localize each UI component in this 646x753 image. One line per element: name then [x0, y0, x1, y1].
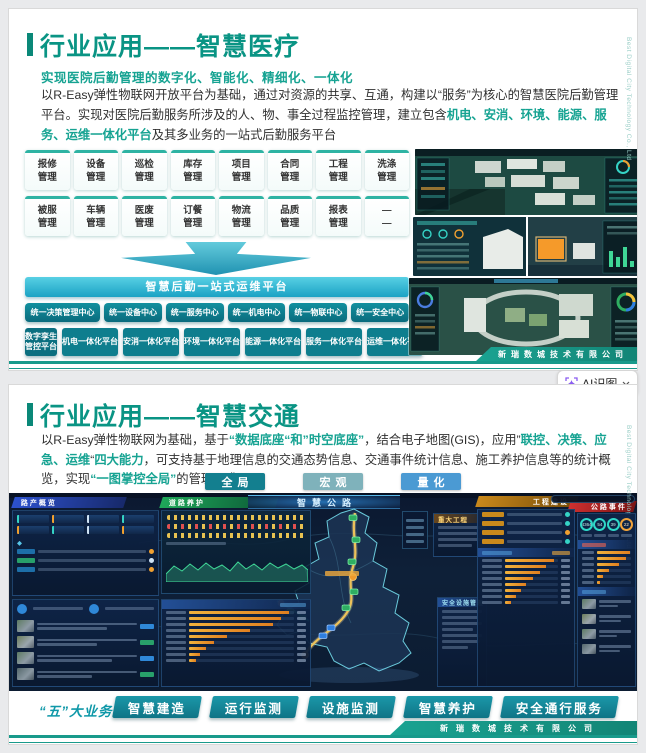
company-footer-band: 新瑞数城技术有限公司 — [475, 347, 637, 362]
module-cell: 订餐 管理 — [170, 196, 215, 236]
panel-maintenance-charts — [161, 510, 311, 594]
view-button-global: 全局 — [205, 473, 265, 490]
module-grid: 报修 管理 设备 管理 巡检 管理 库存 管理 项目 管理 合同 管理 工程 管理 洗涤 管理 … — [25, 150, 409, 236]
view-mode-buttons: 全局 宏观 量化 — [205, 473, 461, 490]
traffic-dashboard-screenshot: 路产概览 道路养护 工程建设 公路事件 智慧公路 ◆ 重大工程 安全设施管理 4… — [9, 493, 637, 691]
slide2-body-seg: ，结合电子地图(GIS)，应用” — [364, 433, 521, 447]
unified-centers-row: 统一决策管理中心 统一设备中心 统一服务中心 统一机电中心 统一物联中心 统一安… — [25, 303, 410, 322]
slide2-body-highlight: 四大能力 — [94, 452, 144, 467]
footer-rule-thin — [9, 368, 637, 369]
slide-smart-transport[interactable]: 行业应用——智慧交通 以R-Easy弹性物联网为基础，基于“数据底座“和”时空底… — [8, 384, 638, 745]
platform-block: 能源一体化平台 — [245, 328, 301, 356]
center-button: 统一物联中心 — [289, 303, 348, 322]
module-cell: 品质 管理 — [267, 196, 312, 236]
center-button: 统一决策管理中心 — [25, 303, 101, 322]
panel-road-assets-stats: ◆ — [12, 510, 159, 596]
platform-block: 安消一体化平台 — [123, 328, 179, 356]
slide2-body-highlight: “数据底座“和”时空底座” — [228, 433, 365, 447]
footer-rule — [9, 735, 637, 738]
module-cell: 项目 管理 — [219, 150, 264, 190]
panel-maintenance-bars — [161, 599, 311, 687]
slide1-body: 以R-Easy弹性物联网开放平台为基础，通过对资源的共享、互通，构建以“服务”为… — [41, 86, 627, 146]
company-footer-band: 新瑞数城技术有限公司 — [389, 721, 637, 736]
ribbon-road-assets: 路产概览 — [11, 497, 127, 508]
biz-button-construction: 智慧建造 — [112, 696, 202, 718]
title-accent-bar — [27, 33, 33, 56]
gauge: 54 — [593, 518, 607, 531]
platform-block: 机电一体化平台 — [62, 328, 118, 356]
gauge: 22 — [619, 518, 633, 531]
platform-block: 数字孪生 管控平台 — [25, 328, 57, 356]
module-cell: 合同 管理 — [267, 150, 312, 190]
side-note-vertical: Best Digital City Technology Co., Ltd — [625, 37, 632, 161]
footer-rule-thin — [9, 742, 637, 743]
center-button: 统一服务中心 — [165, 303, 224, 322]
platform-block: 服务一体化平台 — [306, 328, 362, 356]
gauge: 39 — [606, 518, 620, 531]
biz-button-maintenance: 智慧养护 — [403, 696, 494, 718]
hospital-dashboard-screenshot-2 — [413, 217, 637, 276]
integrated-platforms-row: 数字孪生 管控平台 机电一体化平台 安消一体化平台 环境一体化平台 能源一体化平台… — [25, 328, 423, 356]
slide2-body-seg: 以R-Easy弹性物联网为基础，基于 — [41, 433, 229, 447]
module-cell: — — — [364, 196, 409, 236]
area-chart — [166, 561, 308, 582]
biz-button-facility: 设施监测 — [306, 696, 396, 718]
center-button: 统一机电中心 — [227, 303, 286, 322]
slide2-title: 行业应用——智慧交通 — [40, 403, 301, 431]
panel-construction — [477, 509, 575, 687]
module-cell: 报修 管理 — [25, 150, 70, 190]
biz-button-safety: 安全通行服务 — [500, 696, 620, 718]
module-cell: 设备 管理 — [73, 150, 118, 190]
module-cell: 洗涤 管理 — [364, 150, 409, 190]
title-accent-bar — [27, 403, 33, 426]
footer-rule — [9, 361, 637, 364]
platform-bar: 智慧后勤一站式运维平台 — [25, 277, 409, 297]
center-button: 统一安全中心 — [351, 303, 410, 322]
event-gauges: 4364 54 39 22 — [578, 514, 635, 533]
biz-button-operation: 运行监测 — [209, 696, 299, 718]
module-cell: 物流 管理 — [219, 196, 264, 236]
funnel-arrow — [121, 242, 311, 275]
module-cell: 报表 管理 — [316, 196, 361, 236]
panel-road-events: 4364 54 39 22 — [577, 513, 636, 687]
hospital-dashboard-screenshot-1 — [415, 149, 637, 215]
module-cell: 巡检 管理 — [122, 150, 167, 190]
business-buttons-row: 智慧建造 运行监测 设施监测 智慧养护 安全通行服务 — [112, 696, 620, 718]
gauge: 4364 — [580, 518, 594, 531]
view-button-macro: 宏观 — [303, 473, 363, 490]
module-cell: 医废 管理 — [122, 196, 167, 236]
slide1-body-seg2: 及其多业务的一站式后勤服务平台 — [151, 127, 337, 142]
datetime-chip — [551, 495, 635, 503]
slide1-subtitle: 实现医院后勤管理的数字化、智能化、精细化、一体化 — [41, 71, 354, 85]
view-button-quantify: 量化 — [401, 473, 461, 490]
module-cell: 车辆 管理 — [73, 196, 118, 236]
platform-block: 环境一体化平台 — [184, 328, 240, 356]
module-cell: 库存 管理 — [170, 150, 215, 190]
slide-smart-healthcare[interactable]: 行业应用——智慧医疗 实现医院后勤管理的数字化、智能化、精细化、一体化 以R-E… — [8, 8, 638, 371]
map-layer-menu — [402, 511, 428, 549]
module-cell: 工程 管理 — [316, 150, 361, 190]
module-cell: 被服 管理 — [25, 196, 70, 236]
slide1-title: 行业应用——智慧医疗 — [40, 33, 301, 61]
hospital-dashboard-screenshot-3 — [409, 278, 637, 355]
center-button: 统一设备中心 — [104, 303, 162, 322]
slide2-body-highlight: “一图掌控全局” — [90, 472, 177, 487]
panel-incident-photo-list — [12, 599, 159, 687]
